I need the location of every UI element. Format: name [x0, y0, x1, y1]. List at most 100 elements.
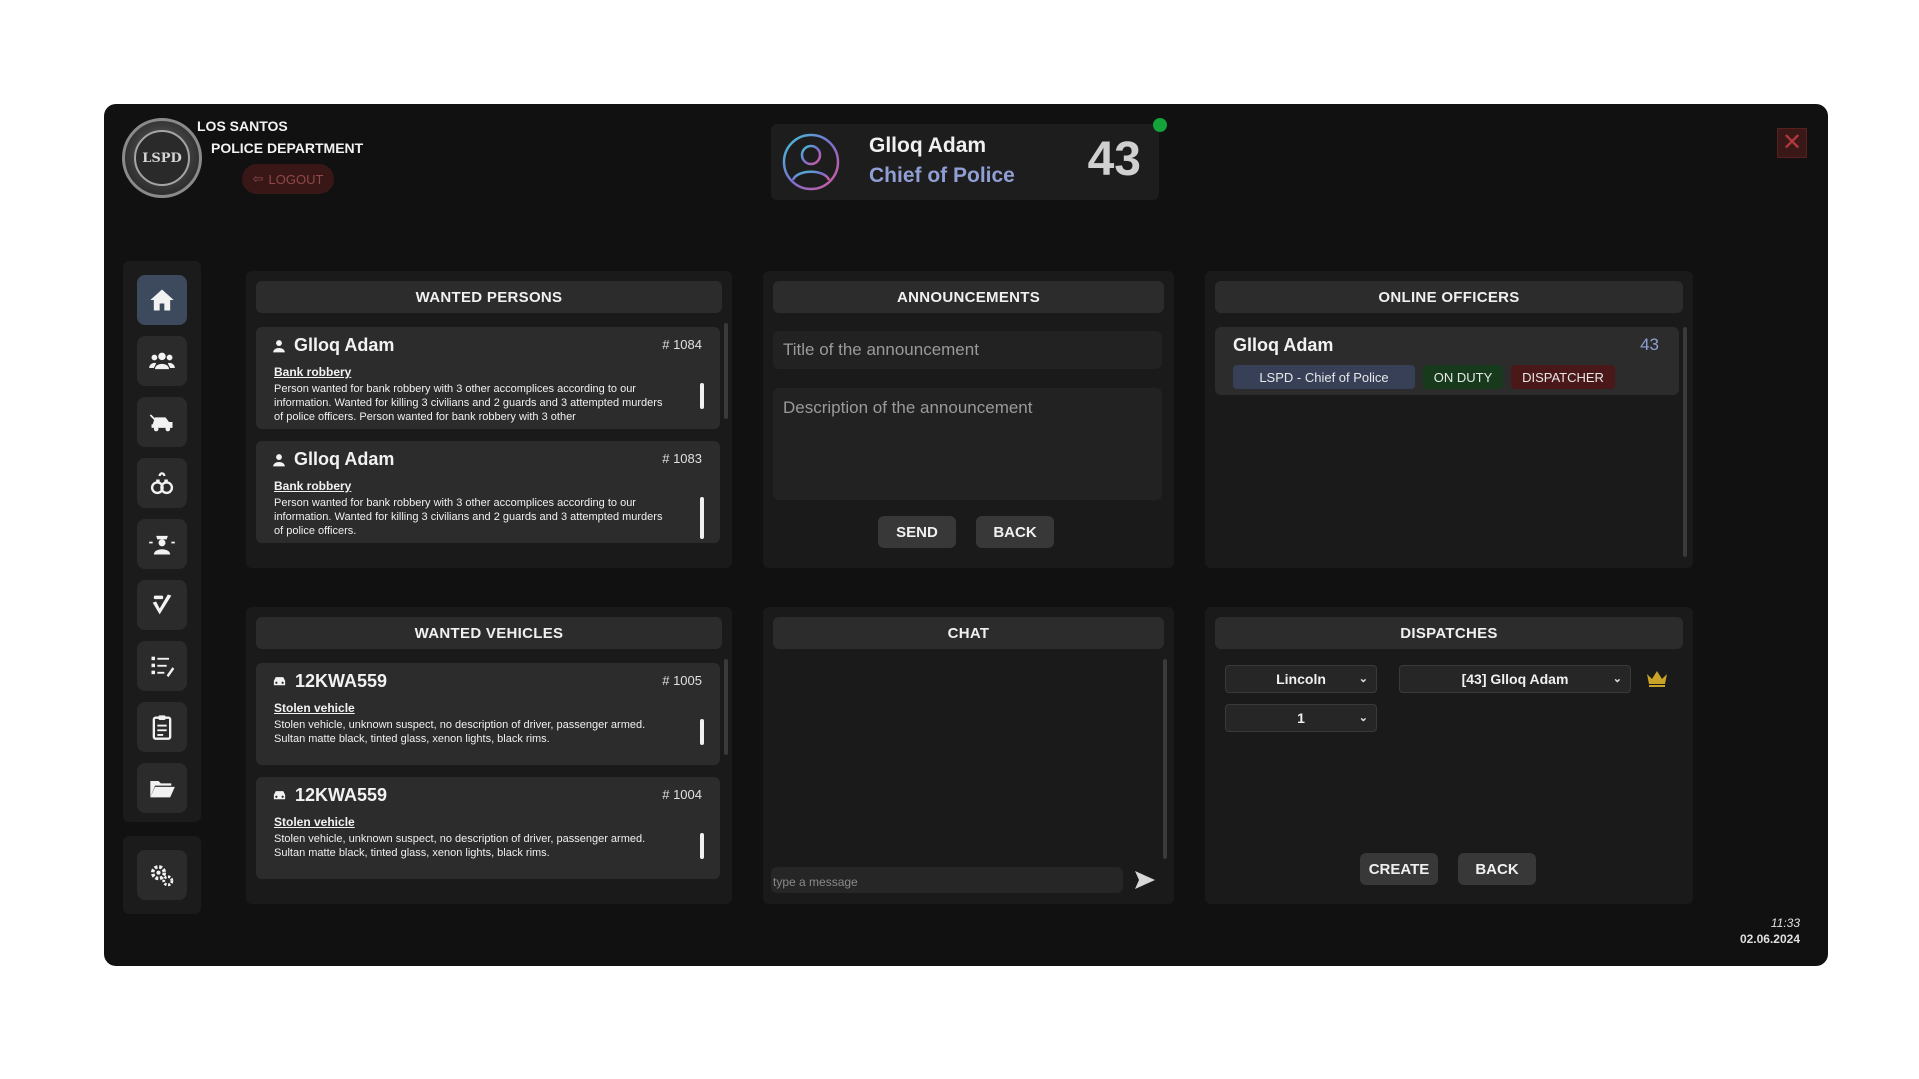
online-officers-panel: ONLINE OFFICERS Glloq Adam 43 LSPD - Chi… [1205, 271, 1693, 568]
chevron-down-icon: ⌄ [1358, 673, 1368, 685]
settings-icon [150, 865, 174, 887]
dispatch-back-button[interactable]: BACK [1458, 853, 1536, 885]
clock-date: 02.06.2024 [1739, 932, 1800, 946]
dept-name-line2: POLICE DEPARTMENT [211, 140, 364, 156]
wanted-person-card[interactable]: Glloq Adam # 1083 Bank robbery Person wa… [256, 441, 720, 543]
officer-unit-tag: LSPD - Chief of Police [1233, 365, 1415, 389]
chat-title: CHAT [773, 617, 1164, 649]
reports-icon [151, 656, 175, 678]
online-officer-card[interactable]: Glloq Adam 43 LSPD - Chief of Police ON … [1215, 327, 1679, 395]
logout-button[interactable]: ⇦ LOGOUT [242, 164, 334, 194]
wanted-persons-panel: WANTED PERSONS Glloq Adam # 1084 Bank ro… [246, 271, 732, 568]
chat-message-input[interactable]: type a message [771, 867, 1123, 893]
officer-badge-number: 43 [1640, 335, 1659, 354]
panel-scrollbar[interactable] [724, 323, 728, 419]
user-avatar-icon [782, 133, 840, 191]
card-scrollbar[interactable] [700, 497, 704, 539]
profile-rank: Chief of Police [869, 164, 1015, 187]
announcement-title-input[interactable]: Title of the announcement [773, 331, 1162, 369]
wanted-person-description: Person wanted for bank robbery with 3 ot… [274, 497, 663, 537]
mdt-tablet: LSPD LOS SANTOS POLICE DEPARTMENT ⇦ LOGO… [104, 104, 1828, 966]
wanted-vehicle-reason[interactable]: Stolen vehicle [274, 815, 355, 829]
wanted-person-id: # 1084 [662, 337, 702, 352]
sidebar-nav [123, 261, 201, 822]
dept-name-line1: LOS SANTOS [197, 118, 288, 134]
sidebar-item-vehicles[interactable] [137, 397, 187, 447]
wanted-vehicle-title: 12KWA559 [272, 671, 387, 692]
officer-icon [149, 535, 175, 555]
dispatch-unit-select[interactable]: Lincoln ⌄ [1225, 665, 1377, 693]
officer-name: Glloq Adam [1233, 335, 1334, 355]
card-scrollbar[interactable] [700, 833, 704, 859]
sidebar-item-persons[interactable] [137, 336, 187, 386]
sidebar-item-reports[interactable] [137, 641, 187, 691]
wanted-vehicle-title: 12KWA559 [272, 785, 387, 806]
announcement-description-input[interactable]: Description of the announcement [773, 388, 1162, 500]
chat-scrollbar[interactable] [1163, 659, 1167, 859]
vehicle-icon [149, 414, 173, 432]
wanted-vehicle-id: # 1004 [662, 787, 702, 802]
wanted-person-description: Person wanted for bank robbery with 3 ot… [274, 383, 663, 423]
sidebar-item-files[interactable] [137, 763, 187, 813]
profile-badge-number: 43 [1087, 133, 1141, 186]
logout-icon: ⇦ [252, 171, 264, 186]
officer-profile-card: Glloq Adam Chief of Police 43 [771, 124, 1159, 200]
dispatch-officer-select[interactable]: [43] Glloq Adam ⌄ [1399, 665, 1631, 693]
wanted-person-title: Glloq Adam [272, 449, 394, 470]
sidebar-item-settings[interactable] [137, 850, 187, 900]
clock-time: 11:33 [1770, 916, 1800, 930]
panel-scrollbar[interactable] [1683, 327, 1687, 557]
wanted-person-id: # 1083 [662, 451, 702, 466]
close-icon: ✕ [1781, 129, 1803, 156]
evidence-icon [152, 594, 172, 615]
sidebar-item-home[interactable] [137, 275, 187, 325]
announcement-back-button[interactable]: BACK [976, 516, 1054, 548]
crown-icon [1647, 671, 1667, 687]
panel-scrollbar[interactable] [724, 659, 728, 755]
crown-button[interactable] [1645, 667, 1669, 694]
logout-label: LOGOUT [268, 171, 324, 187]
home-icon [150, 289, 174, 311]
dispatches-title: DISPATCHES [1215, 617, 1683, 649]
wanted-person-reason[interactable]: Bank robbery [274, 479, 351, 493]
online-status-indicator [1153, 118, 1167, 132]
send-announcement-button[interactable]: SEND [878, 516, 956, 548]
online-officers-title: ONLINE OFFICERS [1215, 281, 1683, 313]
wanted-vehicles-title: WANTED VEHICLES [256, 617, 722, 649]
wanted-person-card[interactable]: Glloq Adam # 1084 Bank robbery Person wa… [256, 327, 720, 429]
badge-logo-text: LSPD [134, 130, 190, 186]
dispatch-unit-value: Lincoln [1276, 671, 1326, 687]
wanted-vehicle-description: Stolen vehicle, unknown suspect, no desc… [274, 719, 646, 745]
wanted-vehicle-reason[interactable]: Stolen vehicle [274, 701, 355, 715]
sidebar-item-officers[interactable] [137, 519, 187, 569]
wanted-vehicle-id: # 1005 [662, 673, 702, 688]
sidebar-item-evidence[interactable] [137, 580, 187, 630]
close-button[interactable]: ✕ [1777, 128, 1807, 158]
handcuffs-icon [150, 472, 174, 495]
chevron-down-icon: ⌄ [1358, 712, 1368, 724]
chevron-down-icon: ⌄ [1612, 673, 1622, 685]
announcements-title: ANNOUNCEMENTS [773, 281, 1164, 313]
dispatch-officer-value: [43] Glloq Adam [1461, 671, 1569, 687]
person-icon [273, 453, 285, 466]
send-message-button[interactable] [1133, 869, 1157, 891]
officer-status-tag: ON DUTY [1423, 365, 1503, 389]
create-dispatch-button[interactable]: CREATE [1360, 853, 1438, 885]
profile-name: Glloq Adam [869, 134, 987, 157]
car-icon [273, 791, 286, 800]
wanted-person-reason[interactable]: Bank robbery [274, 365, 351, 379]
card-scrollbar[interactable] [700, 719, 704, 745]
wanted-person-title: Glloq Adam [272, 335, 394, 356]
lspd-badge-logo: LSPD [122, 118, 202, 198]
wanted-vehicle-card[interactable]: 12KWA559 # 1004 Stolen vehicle Stolen ve… [256, 777, 720, 879]
folder-icon [150, 781, 175, 798]
wanted-vehicle-card[interactable]: 12KWA559 # 1005 Stolen vehicle Stolen ve… [256, 663, 720, 765]
dispatch-count-select[interactable]: 1 ⌄ [1225, 704, 1377, 732]
card-scrollbar[interactable] [700, 383, 704, 409]
sidebar-item-arrests[interactable] [137, 458, 187, 508]
sidebar-item-records[interactable] [137, 702, 187, 752]
car-icon [273, 677, 286, 686]
sidebar-settings-area [123, 836, 201, 914]
wanted-vehicle-plate: 12KWA559 [295, 785, 388, 805]
wanted-person-name: Glloq Adam [294, 449, 395, 469]
